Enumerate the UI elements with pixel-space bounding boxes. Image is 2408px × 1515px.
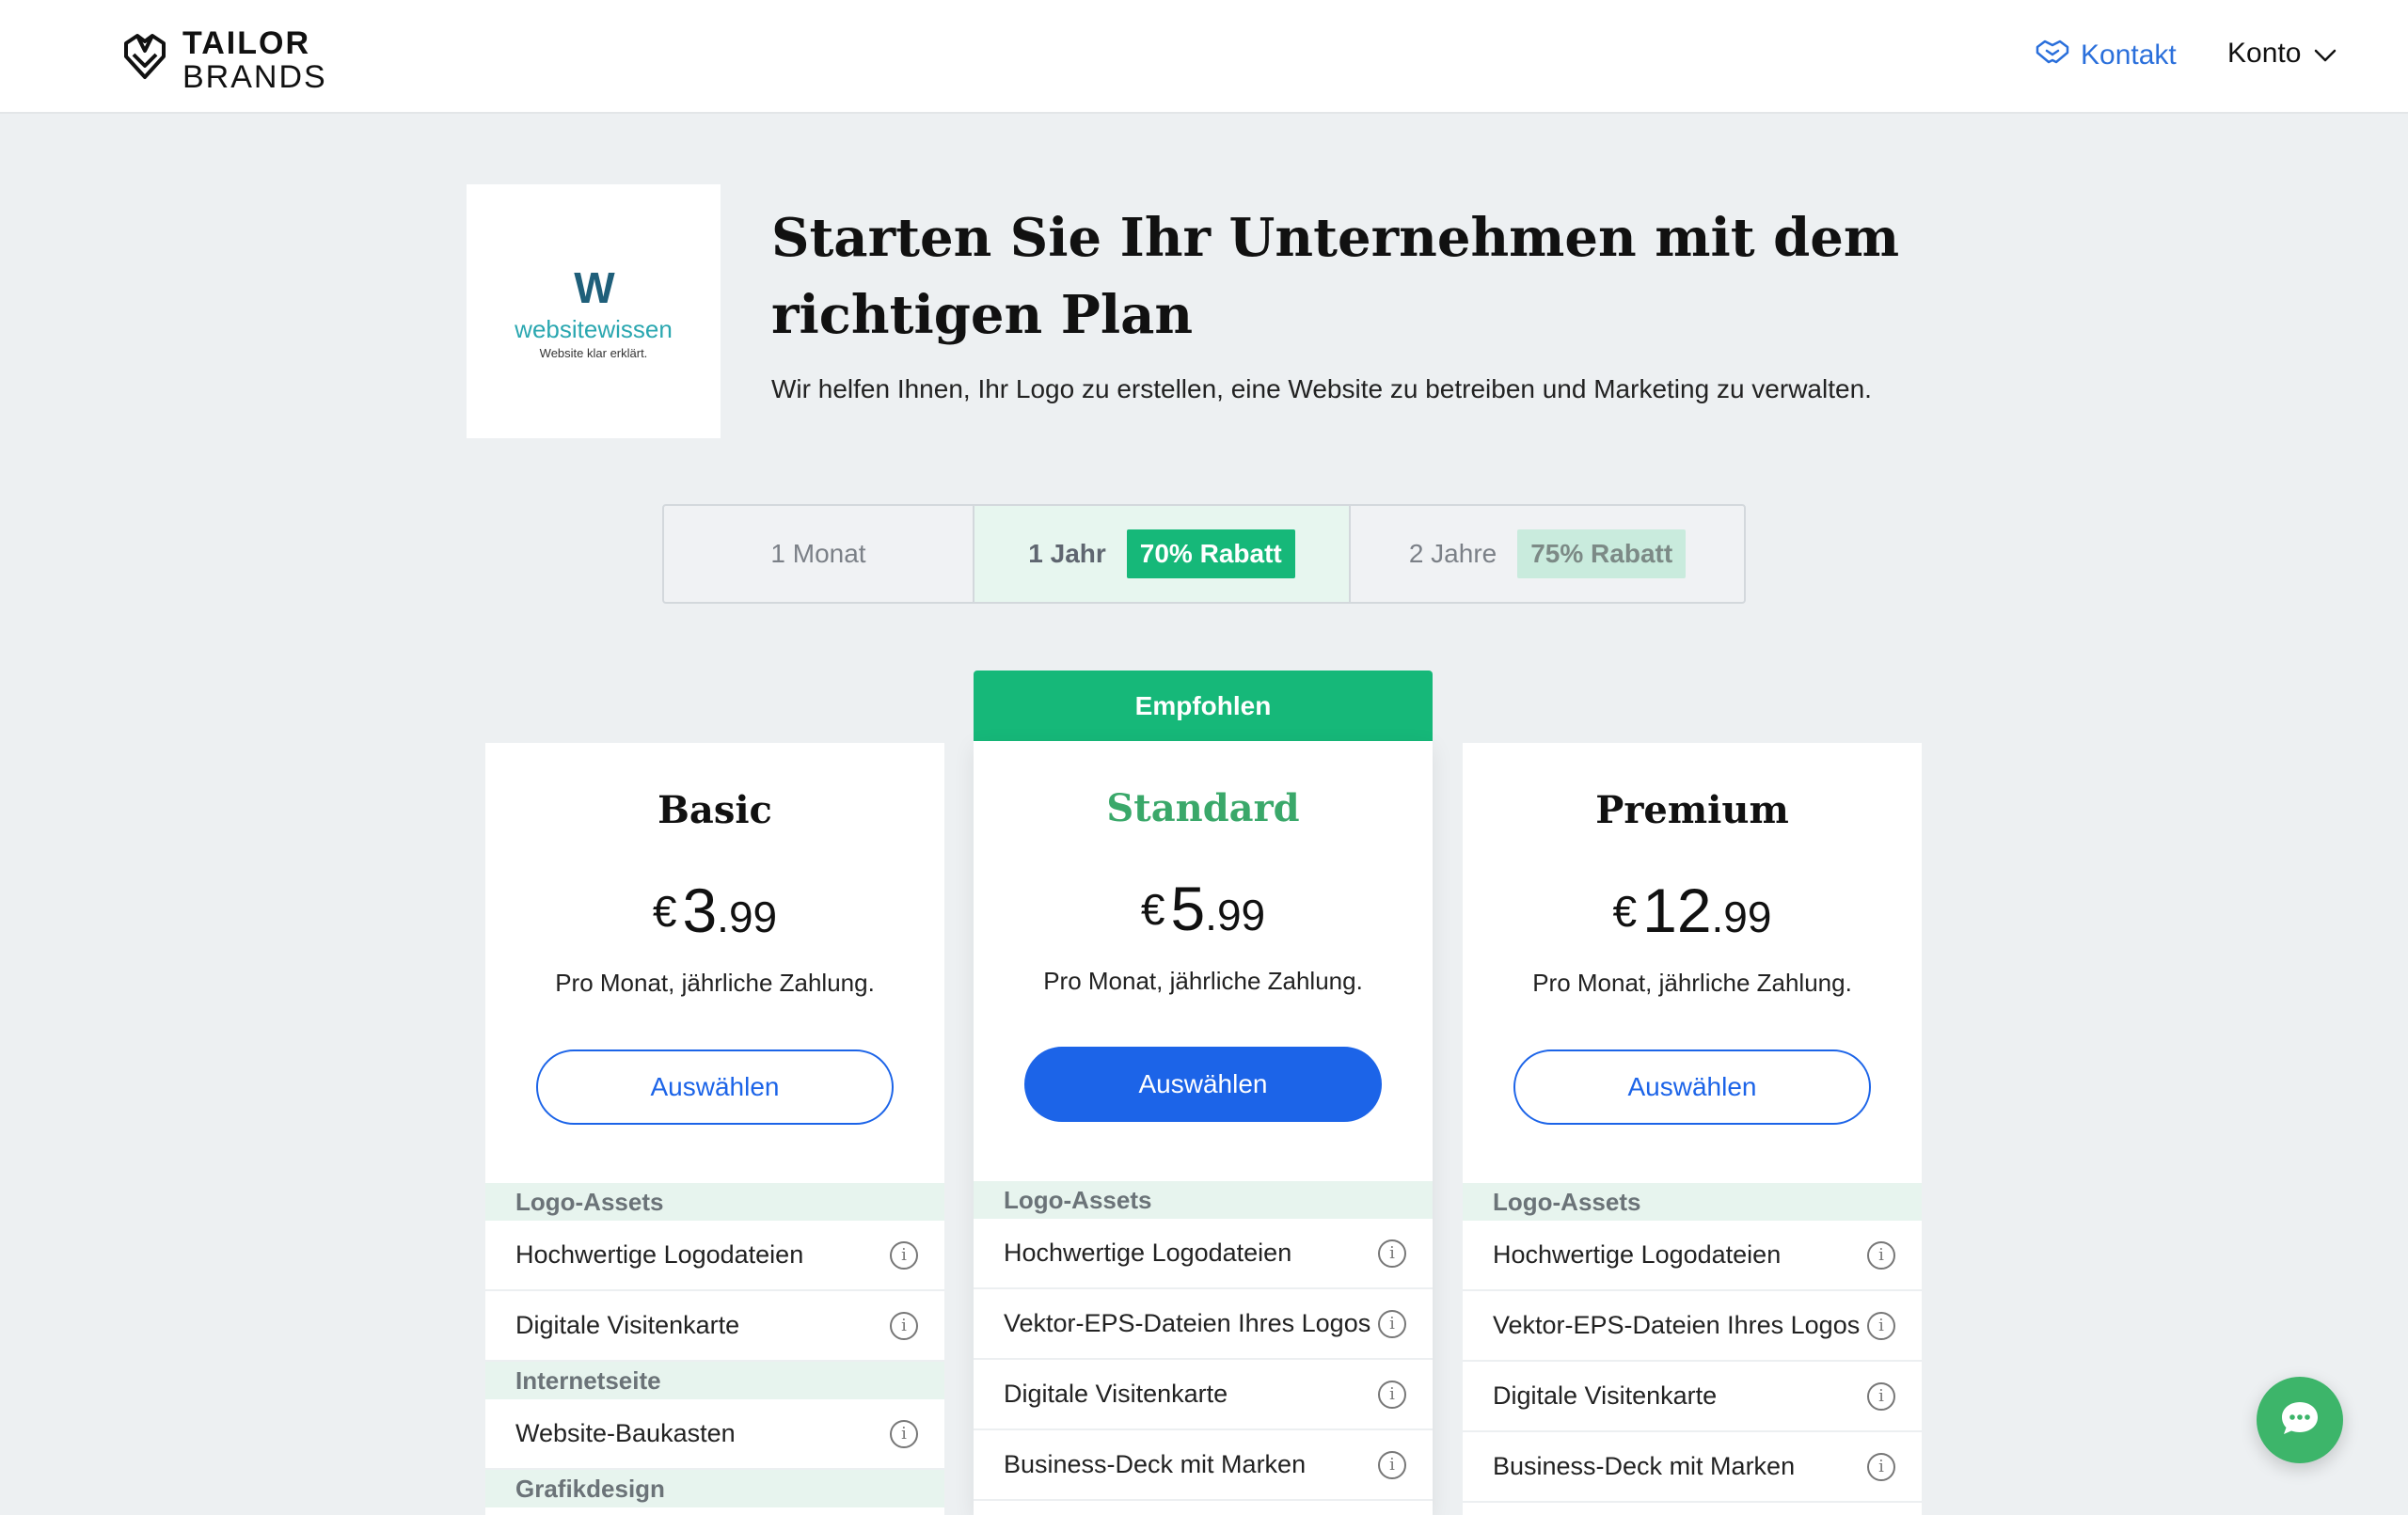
plan-card-basic: Basic €3.99 Pro Monat, jährliche Zahlung…: [485, 743, 944, 1515]
discount-badge: 70% Rabatt: [1126, 529, 1295, 578]
tab-2-years[interactable]: 2 Jahre 75% Rabatt: [1351, 506, 1744, 602]
feature-label: Vektor-EPS-Dateien Ihres Logos: [1004, 1309, 1371, 1337]
chevron-down-icon: [2314, 38, 2337, 70]
price-currency: €: [652, 887, 677, 936]
logo-name: websitewissen: [515, 315, 673, 343]
feature-row: Hochwertige Logodateien i: [1463, 1221, 1922, 1291]
feature-row: Hochwertige Logodateien i: [485, 1221, 944, 1291]
price-integer: 12: [1642, 876, 1712, 945]
contact-link[interactable]: Kontakt: [2036, 38, 2177, 73]
logo-tagline: Website klar erklärt.: [539, 346, 648, 360]
feature-label: Vektor-EPS-Dateien Ihres Logos: [1493, 1311, 1861, 1339]
feature-label: Hochwertige Logodateien: [1004, 1239, 1292, 1267]
plan-card-standard: Standard €5.99 Pro Monat, jährliche Zahl…: [974, 741, 1433, 1515]
billing-note: Pro Monat, jährliche Zahlung.: [1532, 969, 1852, 997]
feature-label: Business-Deck mit Marken: [1493, 1452, 1796, 1480]
account-label: Konto: [2227, 38, 2302, 69]
billing-note: Pro Monat, jährliche Zahlung.: [1043, 967, 1363, 995]
select-basic-button[interactable]: Auswählen: [536, 1049, 894, 1125]
info-icon[interactable]: i: [890, 1311, 918, 1340]
tab-label: 1 Monat: [770, 539, 866, 568]
select-premium-button[interactable]: Auswählen: [1513, 1049, 1871, 1125]
tab-label: 2 Jahre: [1408, 539, 1497, 568]
feature-label: Hochwertige Logodateien: [1493, 1240, 1782, 1269]
heart-logo-icon: [117, 30, 173, 91]
logo-mark: W: [574, 263, 614, 312]
feature-section-header: Internetseite: [485, 1362, 944, 1399]
billing-period-tabs: 1 Monat 1 Jahr 70% Rabatt 2 Jahre 75% Ra…: [662, 504, 1746, 604]
info-icon[interactable]: i: [1867, 1240, 1895, 1270]
feature-row: Digitale Visitenkarte i: [485, 1291, 944, 1362]
feature-row: Vektor-EPS-Dateien Ihres Logos i: [974, 1289, 1433, 1360]
tab-1-month[interactable]: 1 Monat: [664, 506, 974, 602]
price-currency: €: [1612, 887, 1638, 936]
price-decimal: .99: [1711, 892, 1772, 941]
feature-row: Business-Deck mit Marken i: [1463, 1432, 1922, 1503]
business-logo-preview: W websitewissen Website klar erklärt.: [467, 184, 721, 438]
handshake-icon: [2036, 38, 2069, 73]
feature-label: Business-Deck mit Marken: [1004, 1450, 1307, 1478]
price-integer: 3: [682, 876, 718, 945]
feature-section-header: Logo-Assets: [485, 1183, 944, 1221]
brand-name: TAILOR BRANDS: [182, 26, 327, 94]
plan-name: Premium: [1595, 788, 1789, 832]
info-icon[interactable]: i: [1378, 1450, 1406, 1479]
discount-badge: 75% Rabatt: [1517, 529, 1687, 578]
feature-label: Digitale Visitenkarte: [515, 1311, 740, 1339]
feature-list: Logo-Assets Hochwertige Logodateien i Ve…: [1463, 1183, 1922, 1503]
info-icon[interactable]: i: [1378, 1380, 1406, 1409]
price-decimal: .99: [1205, 891, 1266, 939]
chat-bubble-icon: [2279, 1399, 2321, 1442]
plan-name: Standard: [1106, 786, 1300, 830]
plan-name: Basic: [657, 788, 772, 832]
feature-row: Digitale Visitenkarte i: [1463, 1362, 1922, 1432]
feature-label: Hochwertige Logodateien: [515, 1240, 804, 1269]
brand-line-1: TAILOR: [182, 25, 311, 61]
feature-row: Hochwertige Logodateien i: [974, 1219, 1433, 1289]
page-title: Starten Sie Ihr Unternehmen mit dem rich…: [771, 207, 1900, 346]
plan-card-premium: Premium €12.99 Pro Monat, jährliche Zahl…: [1463, 743, 1922, 1515]
feature-label: Website-Baukasten: [515, 1419, 736, 1447]
contact-label: Kontakt: [2081, 39, 2177, 71]
plan-price: €12.99: [1463, 875, 1922, 946]
brand-line-2: BRANDS: [182, 59, 327, 95]
top-header: TAILOR BRANDS Kontakt Konto: [0, 0, 2408, 114]
tab-1-year[interactable]: 1 Jahr 70% Rabatt: [974, 506, 1351, 602]
plan-price: €3.99: [485, 875, 944, 946]
price-decimal: .99: [717, 892, 778, 941]
account-menu[interactable]: Konto: [2227, 38, 2337, 70]
plan-price: €5.99: [974, 873, 1433, 944]
feature-section-header: Logo-Assets: [1463, 1183, 1922, 1221]
feature-list: Logo-Assets Hochwertige Logodateien i Di…: [485, 1183, 944, 1507]
feature-row: Digitale Visitenkarte i: [974, 1360, 1433, 1430]
feature-label: Digitale Visitenkarte: [1493, 1381, 1718, 1410]
feature-row: Website-Baukasten i: [485, 1399, 944, 1470]
info-icon[interactable]: i: [1867, 1311, 1895, 1340]
price-integer: 5: [1170, 874, 1206, 943]
feature-list: Logo-Assets Hochwertige Logodateien i Ve…: [974, 1181, 1433, 1501]
brand-logo[interactable]: TAILOR BRANDS: [117, 26, 327, 94]
chat-widget-button[interactable]: [2257, 1377, 2343, 1463]
billing-note: Pro Monat, jährliche Zahlung.: [555, 969, 875, 997]
select-standard-button[interactable]: Auswählen: [1024, 1047, 1382, 1122]
feature-row: Business-Deck mit Marken i: [974, 1430, 1433, 1501]
feature-section-header: Logo-Assets: [974, 1181, 1433, 1219]
info-icon[interactable]: i: [1867, 1381, 1895, 1411]
info-icon[interactable]: i: [1378, 1239, 1406, 1268]
recommended-banner: Empfohlen: [974, 671, 1433, 742]
info-icon[interactable]: i: [890, 1419, 918, 1448]
page-subtitle: Wir helfen Ihnen, Ihr Logo zu erstellen,…: [771, 374, 1872, 403]
info-icon[interactable]: i: [1867, 1452, 1895, 1481]
feature-row: Vektor-EPS-Dateien Ihres Logos i: [1463, 1291, 1922, 1362]
feature-section-header: Grafikdesign: [485, 1470, 944, 1507]
tab-label: 1 Jahr: [1028, 539, 1106, 568]
info-icon[interactable]: i: [890, 1240, 918, 1270]
price-currency: €: [1140, 885, 1165, 934]
feature-label: Digitale Visitenkarte: [1004, 1380, 1228, 1408]
info-icon[interactable]: i: [1378, 1309, 1406, 1338]
